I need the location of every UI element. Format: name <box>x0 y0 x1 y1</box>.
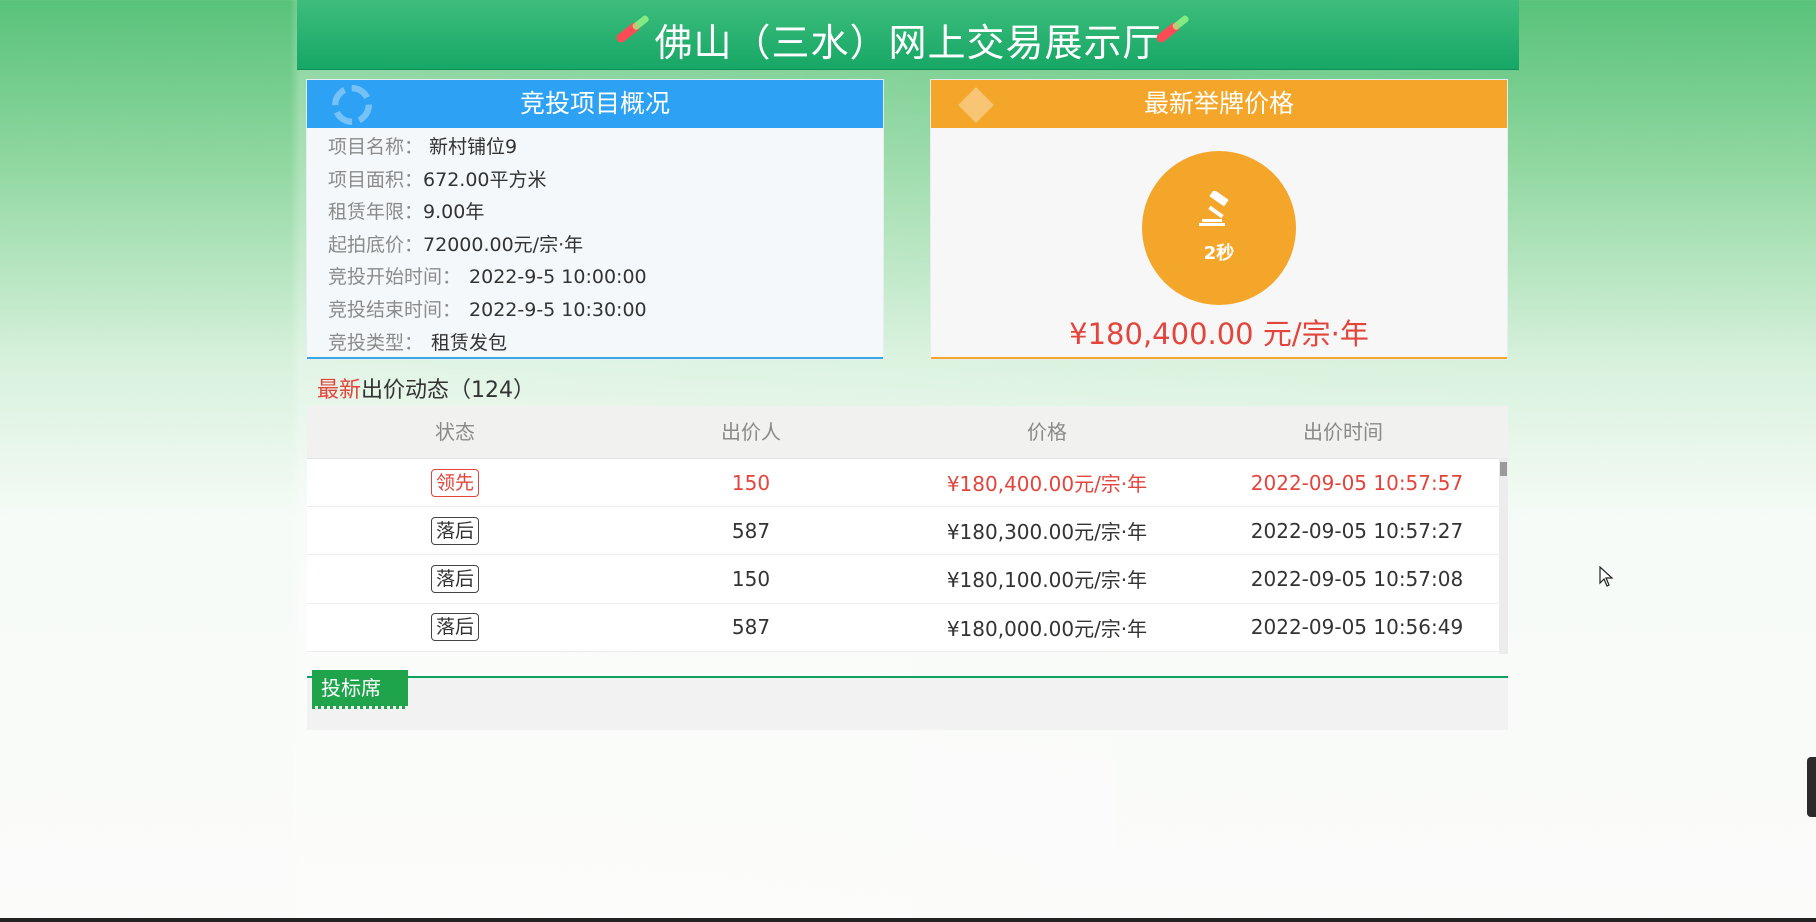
time-cell: 2022-09-05 10:57:57 <box>1250 470 1464 495</box>
price-cell: ¥180,400.00元/宗·年 <box>946 472 1148 497</box>
screen-bottom-edge <box>0 918 1816 922</box>
table-row: 落后 587 ¥180,300.00元/宗·年 2022-09-05 10:57… <box>307 507 1508 556</box>
bidding-seat-section: 投标席 <box>307 670 1508 730</box>
status-badge: 落后 <box>430 613 479 642</box>
bidder-cell: 587 <box>731 518 771 543</box>
tab-bidding-seat[interactable]: 投标席 <box>312 670 408 709</box>
page-title: 佛山（三水）网上交易展示厅 <box>654 21 1162 65</box>
price-cell: ¥180,100.00元/宗·年 <box>946 568 1148 593</box>
info-row-name: 项目名称： 新村铺位9 <box>328 136 518 158</box>
mouse-cursor-icon <box>1599 566 1614 587</box>
info-row-term: 租赁年限：9.00年 <box>328 201 485 224</box>
info-row-start-price: 起拍底价：72000.00元/宗·年 <box>328 233 584 256</box>
bid-table-body: 领先 150 ¥180,400.00元/宗·年 2022-09-05 10:57… <box>307 459 1508 652</box>
info-row-area: 项目面积：672.00平方米 <box>328 168 547 191</box>
project-overview-panel: 竞投项目概况 项目名称： 新村铺位9 项目面积：672.00平方米 租赁年限：9.… <box>307 80 883 359</box>
bidder-cell: 150 <box>731 470 771 495</box>
bidder-cell: 150 <box>731 566 771 591</box>
info-row-end-time: 竞投结束时间： 2022-9-5 10:30:00 <box>328 298 647 321</box>
price-cell: ¥180,300.00元/宗·年 <box>946 520 1148 545</box>
status-badge: 落后 <box>430 516 479 545</box>
gavel-icon <box>1199 191 1229 226</box>
exhibition-hall: 佛山（三水）网上交易展示厅 竞投项目概况 项目名称： 新村铺位9 项目面积：672… <box>297 0 1519 922</box>
latest-price-panel: 最新举牌价格 2秒 ¥180,400.00 元/宗·年 <box>931 80 1507 359</box>
project-info-list: 项目名称： 新村铺位9 项目面积：672.00平方米 租赁年限：9.00年 起拍底… <box>307 128 883 359</box>
countdown-timer: 2秒 <box>1203 243 1235 264</box>
table-row: 领先 150 ¥180,400.00元/宗·年 2022-09-05 10:57… <box>307 459 1508 508</box>
scroll-thumb[interactable] <box>1500 462 1507 476</box>
bid-table-scrollbar[interactable] <box>1499 458 1508 654</box>
column-bidder: 出价人 <box>721 420 781 444</box>
column-time: 出价时间 <box>1303 420 1383 444</box>
bid-table-header: 状态 出价人 价格 出价时间 <box>307 406 1508 459</box>
column-status: 状态 <box>435 420 475 444</box>
latest-price-value: ¥180,400.00 元/宗·年 <box>1069 317 1369 351</box>
table-row: 落后 587 ¥180,000.00元/宗·年 2022-09-05 10:56… <box>307 603 1508 652</box>
bid-dynamics-title: 最新出价动态（124） <box>317 378 536 403</box>
time-cell: 2022-09-05 10:57:08 <box>1250 566 1464 591</box>
bidder-cell: 587 <box>731 615 771 640</box>
table-row: 落后 150 ¥180,100.00元/宗·年 2022-09-05 10:57… <box>307 555 1508 604</box>
latest-price-heading: 最新举牌价格 <box>931 80 1507 128</box>
header-banner: 佛山（三水）网上交易展示厅 <box>297 0 1519 70</box>
bid-table: 状态 出价人 价格 出价时间 领先 150 ¥180,400.00元/宗·年 2… <box>307 406 1508 656</box>
status-badge: 领先 <box>430 468 479 497</box>
latest-heading-text: 最新举牌价格 <box>1143 89 1294 118</box>
side-widget[interactable] <box>1807 757 1816 817</box>
status-badge: 落后 <box>430 564 479 593</box>
recycle-icon <box>332 85 372 125</box>
info-row-type: 竞投类型： 租赁发包 <box>328 331 508 354</box>
price-cell: ¥180,000.00元/宗·年 <box>946 616 1148 641</box>
time-cell: 2022-09-05 10:57:27 <box>1250 518 1464 543</box>
project-overview-heading: 竞投项目概况 <box>307 80 883 128</box>
column-price: 价格 <box>1027 420 1067 444</box>
time-cell: 2022-09-05 10:56:49 <box>1250 615 1464 640</box>
countdown-circle: 2秒 <box>1142 151 1296 305</box>
info-row-start-time: 竞投开始时间： 2022-9-5 10:00:00 <box>328 266 647 289</box>
tag-icon <box>958 87 994 123</box>
project-heading-text: 竞投项目概况 <box>519 89 670 118</box>
